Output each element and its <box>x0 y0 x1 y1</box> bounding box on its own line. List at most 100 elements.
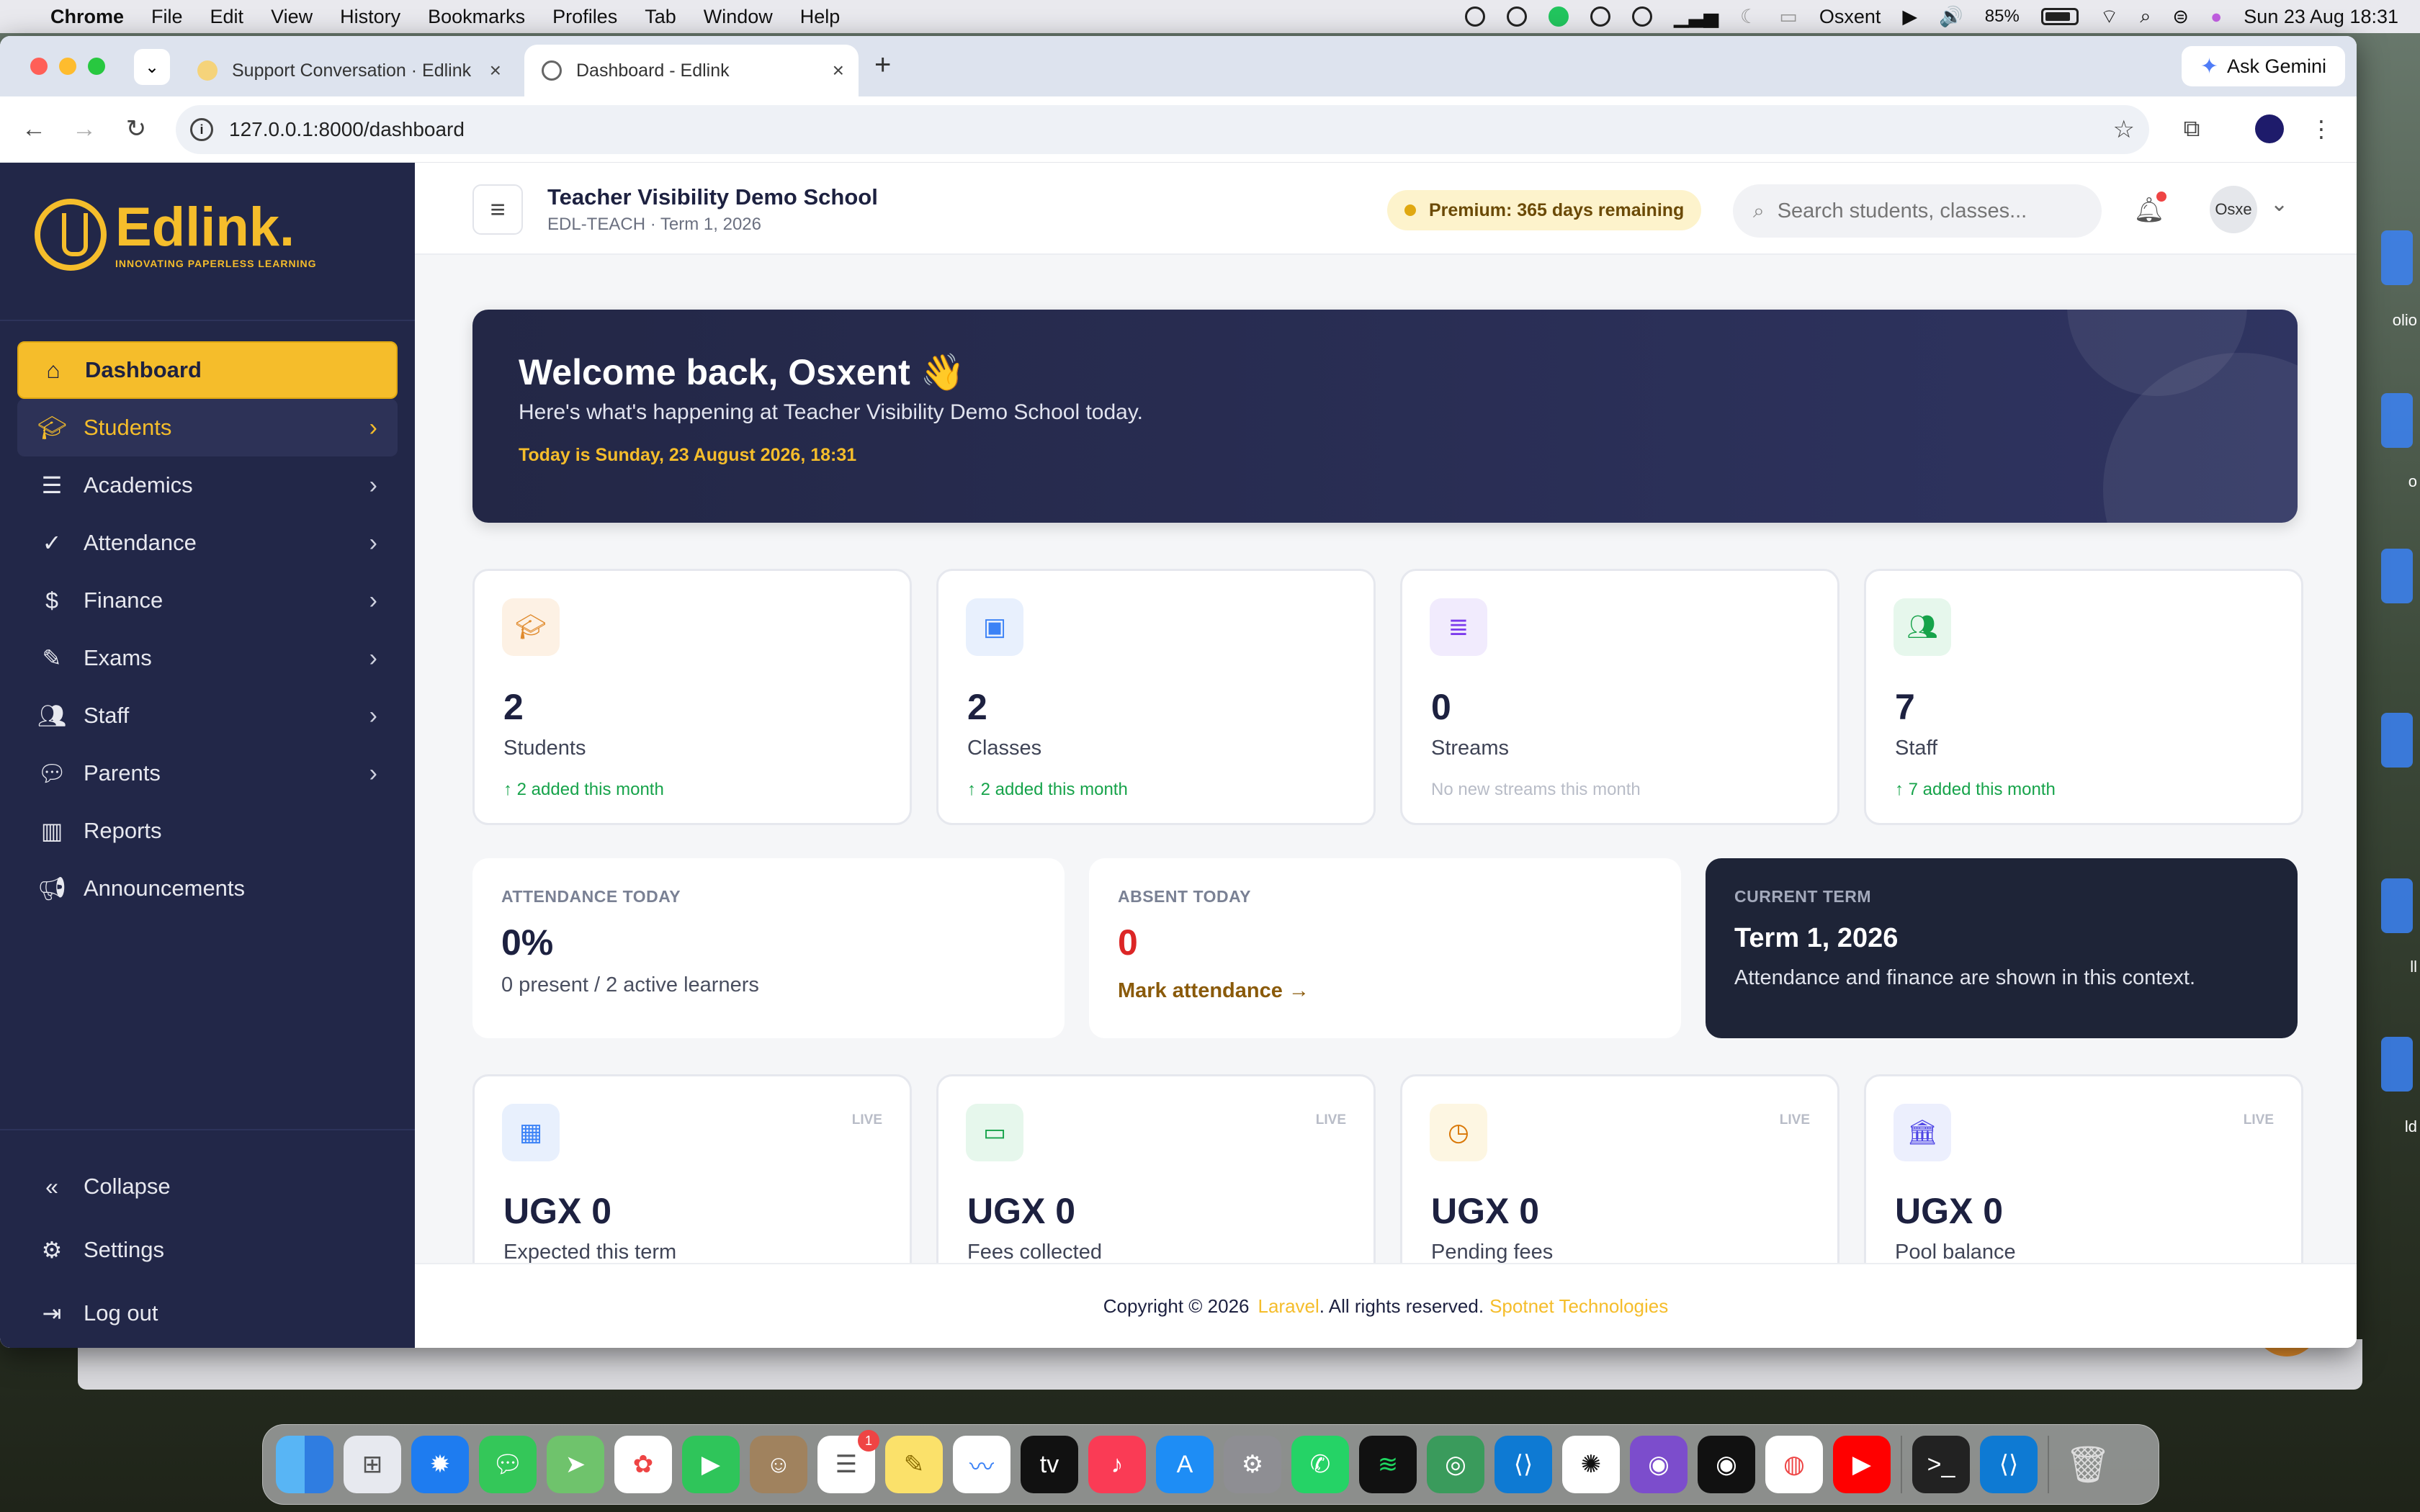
sidebar-item-reports[interactable]: ▥ Reports <box>17 802 398 860</box>
battery-icon[interactable] <box>2040 8 2079 25</box>
desktop-folder-icon[interactable] <box>2381 1037 2413 1092</box>
desktop-folder-icon[interactable] <box>2381 878 2413 933</box>
desktop-folder-icon[interactable] <box>2381 549 2413 603</box>
moon-icon[interactable]: ☾ <box>1740 6 1757 28</box>
play-icon[interactable]: ▶ <box>1902 6 1917 28</box>
bookmark-star-icon[interactable]: ☆ <box>2113 115 2135 144</box>
desktop-folder-icon[interactable] <box>2381 713 2413 768</box>
menu-file[interactable]: File <box>151 6 183 28</box>
sidebar-item-announcements[interactable]: 📢︎ Announcements <box>17 860 398 917</box>
profile-avatar-icon[interactable] <box>2251 111 2287 147</box>
youtube-icon[interactable]: ▶ <box>1833 1436 1891 1493</box>
mark-attendance-link[interactable]: Mark attendance → <box>1118 979 1309 1003</box>
vscode-icon[interactable]: ⟨⟩ <box>1494 1436 1552 1493</box>
reload-icon[interactable]: ↻ <box>118 111 154 147</box>
ask-gemini-button[interactable]: ✦ Ask Gemini <box>2181 46 2345 86</box>
stat-card-staff[interactable]: 👥︎ 7 Staff ↑ 7 added this month <box>1864 569 2303 825</box>
menu-edit[interactable]: Edit <box>210 6 244 28</box>
address-bar[interactable]: i 127.0.0.1:8000/dashboard ☆ <box>176 105 2149 154</box>
extensions-puzzle-icon[interactable]: ⧉ <box>2174 111 2210 147</box>
finance-card-pool-balance[interactable]: 🏛︎ LIVE UGX 0 Pool balance <box>1864 1074 2303 1263</box>
trash-icon[interactable]: 🗑︎ <box>2059 1436 2117 1493</box>
sidebar-item-finance[interactable]: $ Finance › <box>17 572 398 629</box>
sidebar-item-dashboard[interactable]: ⌂ Dashboard <box>17 341 398 399</box>
github-icon[interactable]: ◉ <box>1698 1436 1755 1493</box>
sidebar-item-staff[interactable]: 👥︎ Staff › <box>17 687 398 744</box>
footer-laravel-link[interactable]: Laravel <box>1258 1295 1319 1318</box>
apple-tv-icon[interactable]: tv <box>1021 1436 1078 1493</box>
chrome-canary-icon[interactable]: ◎ <box>1427 1436 1484 1493</box>
freeform-icon[interactable]: 〰 <box>953 1436 1010 1493</box>
url-text[interactable]: 127.0.0.1:8000/dashboard <box>229 118 465 141</box>
spotlight-search-icon[interactable]: ⌕ <box>2140 5 2151 28</box>
stat-card-streams[interactable]: ≣ 0 Streams No new streams this month <box>1400 569 1839 825</box>
sidebar-item-attendance[interactable]: ✓ Attendance › <box>17 514 398 572</box>
finance-card-fees-collected[interactable]: ▭ LIVE UGX 0 Fees collected <box>936 1074 1376 1263</box>
menu-help[interactable]: Help <box>800 6 841 28</box>
launchpad-icon[interactable]: ⊞ <box>344 1436 401 1493</box>
search-input[interactable] <box>1777 199 2066 223</box>
menu-profiles[interactable]: Profiles <box>552 6 617 28</box>
menubar-user[interactable]: Osxent <box>1819 6 1881 28</box>
control-center-icon[interactable]: ⊜ <box>2172 6 2189 28</box>
chatgpt-status-icon[interactable] <box>1464 6 1485 27</box>
display-icon[interactable]: ▭ <box>1779 6 1798 28</box>
close-tab-icon[interactable]: × <box>833 59 844 82</box>
menu-bookmarks[interactable]: Bookmarks <box>428 6 525 28</box>
app-store-icon[interactable]: A <box>1156 1436 1214 1493</box>
close-window-button[interactable] <box>30 58 48 75</box>
wifi-icon[interactable]: ⌔ <box>2100 4 2118 29</box>
terminal-icon[interactable]: >_ <box>1912 1436 1970 1493</box>
finance-card-expected-this-term[interactable]: ▦ LIVE UGX 0 Expected this term <box>472 1074 912 1263</box>
stat-card-students[interactable]: 🎓︎ 2 Students ↑ 2 added this month <box>472 569 912 825</box>
menu-tab[interactable]: Tab <box>645 6 676 28</box>
user-avatar[interactable]: Osxe <box>2210 186 2257 233</box>
github-desktop-icon[interactable]: ◉ <box>1630 1436 1688 1493</box>
maps-icon[interactable]: ➤ <box>547 1436 604 1493</box>
stat-card-classes[interactable]: ▣ 2 Classes ↑ 2 added this month <box>936 569 1376 825</box>
minimize-window-button[interactable] <box>59 58 76 75</box>
menubar-clock[interactable]: Sun 23 Aug 18:31 <box>2244 6 2398 28</box>
chatgpt-icon[interactable]: ✺ <box>1562 1436 1620 1493</box>
menu-app-name[interactable]: Chrome <box>50 6 124 28</box>
global-search[interactable]: ⌕ <box>1733 184 2102 238</box>
finance-card-pending-fees[interactable]: ◷ LIVE UGX 0 Pending fees <box>1400 1074 1839 1263</box>
sidebar-item-students[interactable]: 🎓︎ Students › <box>17 399 398 456</box>
sidebar-item-academics[interactable]: ☰ Academics › <box>17 456 398 514</box>
menu-window[interactable]: Window <box>704 6 773 28</box>
chevron-down-icon[interactable]: ⌄ <box>2270 192 2288 217</box>
zoom-window-button[interactable] <box>88 58 105 75</box>
sidebar-item-parents[interactable]: 💬︎ Parents › <box>17 744 398 802</box>
footer-company-link[interactable]: Spotnet Technologies <box>1489 1295 1668 1318</box>
spotify-icon[interactable]: ≋ <box>1359 1436 1417 1493</box>
site-info-icon[interactable]: i <box>190 118 213 141</box>
notifications-button[interactable]: 🔔︎ <box>2128 189 2171 232</box>
wifi-bars-icon[interactable]: ▁▃▅ <box>1674 6 1718 28</box>
n-app-status-icon[interactable] <box>1548 6 1569 27</box>
sidebar-collapse-button[interactable]: « Collapse <box>17 1158 398 1215</box>
messages-icon[interactable]: 💬︎ <box>479 1436 537 1493</box>
close-tab-icon[interactable]: × <box>490 59 501 82</box>
siri-icon[interactable]: ● <box>2210 6 2222 28</box>
volume-icon[interactable]: 🔊 <box>1939 5 1963 28</box>
photos-icon[interactable]: ✿ <box>614 1436 672 1493</box>
tab-search-button[interactable]: ⌄ <box>134 49 170 85</box>
notes-icon[interactable]: ✎ <box>885 1436 943 1493</box>
reminders-icon[interactable]: ☰ 1 <box>817 1430 879 1493</box>
finder-icon[interactable] <box>276 1436 333 1493</box>
menu-view[interactable]: View <box>271 6 313 28</box>
desktop-folder-icon[interactable] <box>2381 393 2413 448</box>
vscode-window-icon[interactable]: ⟨⟩ <box>1980 1436 2038 1493</box>
edlink-logo[interactable]: Edlink. INNOVATING PAPERLESS LEARNING <box>35 199 316 271</box>
menu-history[interactable]: History <box>340 6 400 28</box>
hamburger-menu-button[interactable]: ≡ <box>472 184 523 235</box>
sidebar-settings-button[interactable]: ⚙ Settings <box>17 1221 398 1279</box>
sidebar-item-exams[interactable]: ✎ Exams › <box>17 629 398 687</box>
back-arrow-icon[interactable]: ← <box>16 111 52 147</box>
new-tab-button[interactable]: + <box>874 49 891 81</box>
tab-support-conversation[interactable]: Support Conversation · Edlink × <box>180 45 516 96</box>
time-machine-icon[interactable] <box>1590 6 1610 27</box>
kebab-menu-icon[interactable]: ⋮ <box>2303 111 2339 147</box>
accessibility-icon[interactable] <box>1631 6 1652 27</box>
safari-icon[interactable]: ✹ <box>411 1436 469 1493</box>
